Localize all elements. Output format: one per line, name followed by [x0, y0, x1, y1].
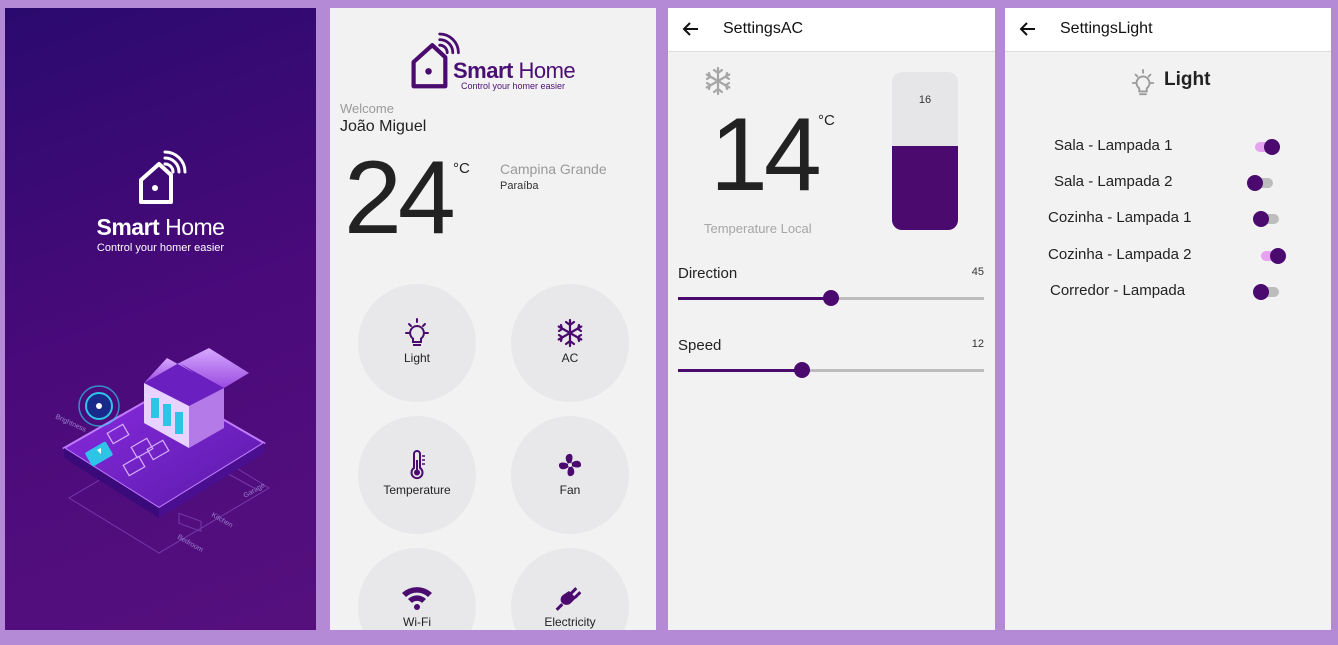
tile-label: Wi-Fi: [403, 615, 431, 629]
lamp-toggle[interactable]: [1261, 248, 1286, 264]
tile-temperature[interactable]: Temperature: [358, 416, 476, 534]
tile-label: Temperature: [383, 483, 451, 497]
tile-label: Fan: [559, 483, 581, 497]
lamp-label: Sala - Lampada 2: [1054, 173, 1173, 190]
tile-fan[interactable]: Fan: [511, 416, 629, 534]
tile-label: Light: [403, 351, 431, 365]
welcome-label: Welcome: [340, 101, 394, 116]
tile-ac[interactable]: AC: [511, 284, 629, 402]
temperature-local-label: Temperature Local: [704, 221, 812, 236]
brand-light: Home: [165, 214, 225, 240]
lamp-toggle[interactable]: [1253, 211, 1279, 227]
slider-thumb[interactable]: [793, 362, 810, 378]
setpoint-fill: [892, 146, 958, 230]
temperature-unit: °C: [453, 160, 470, 177]
lightbulb-icon: [1131, 69, 1155, 96]
city-name: Campina Grande: [500, 161, 607, 177]
lamp-label: Sala - Lampada 1: [1054, 137, 1173, 154]
lamp-toggle[interactable]: [1247, 175, 1273, 191]
light-heading: Light: [1164, 69, 1211, 90]
plug-icon: [555, 587, 582, 611]
smart-home-illustration: Brightness Garage Kitchen Bedroom: [54, 348, 270, 554]
lamp-label: Corredor - Lampada: [1050, 282, 1186, 299]
slider-thumb[interactable]: [823, 290, 839, 306]
page-title: SettingsLight: [1060, 20, 1153, 37]
fan-icon: [558, 453, 582, 477]
snowflake-icon: [705, 66, 731, 96]
brand-light: Home: [518, 58, 576, 83]
direction-slider[interactable]: [678, 290, 984, 306]
user-name: João Miguel: [340, 118, 427, 135]
slider-fill: [678, 297, 831, 300]
home-tagline: Control your homer easier: [461, 81, 566, 91]
thermometer-icon: [410, 450, 425, 480]
splash-screen: Smart Home Control your homer easier Bri…: [5, 8, 316, 630]
tile-label: Electricity: [544, 615, 596, 629]
splash-logo: Smart Home Control your homer easier: [5, 150, 316, 254]
home-screen: Smart Home Control your homer easier Wel…: [330, 8, 656, 630]
lamp-label: Cozinha - Lampada 1: [1048, 209, 1192, 226]
tile-light[interactable]: Light: [358, 284, 476, 402]
direction-value: 45: [971, 266, 984, 278]
speed-label: Speed: [678, 337, 722, 354]
speed-slider[interactable]: [678, 362, 984, 378]
ac-temperature: 14: [710, 97, 822, 213]
app-bar: SettingsLight: [1005, 8, 1331, 52]
brand-bold: Smart: [453, 58, 513, 83]
setpoint-slider[interactable]: 16: [892, 72, 958, 230]
lamp-toggle[interactable]: [1253, 284, 1279, 300]
smart-home-logo-icon: [138, 150, 186, 204]
back-arrow-icon[interactable]: [680, 18, 702, 40]
setpoint-value: 16: [918, 94, 932, 106]
brand-bold: Smart: [96, 214, 160, 240]
lightbulb-icon: [405, 318, 429, 346]
snowflake-icon: [557, 318, 583, 348]
direction-label: Direction: [678, 265, 738, 282]
page-title: SettingsAC: [723, 20, 804, 37]
speed-value: 12: [971, 338, 984, 350]
settings-ac-screen: SettingsAC 14 °C Temperature Local 16 Di…: [668, 8, 995, 630]
lamp-toggle[interactable]: [1255, 139, 1280, 155]
splash-tagline: Control your homer easier: [96, 242, 225, 254]
tile-electricity[interactable]: Electricity: [511, 548, 629, 630]
back-arrow-icon[interactable]: [1017, 18, 1039, 40]
tile-wifi[interactable]: Wi-Fi: [358, 548, 476, 630]
illustration-label-bedroom: Bedroom: [176, 534, 204, 554]
lamp-label: Cozinha - Lampada 2: [1048, 246, 1192, 263]
slider-fill: [678, 369, 802, 372]
tile-label: AC: [561, 351, 579, 365]
state-name: Paraíba: [500, 180, 539, 192]
app-bar: SettingsAC: [668, 8, 995, 52]
wifi-icon: [402, 587, 432, 610]
temperature-unit: °C: [818, 112, 835, 129]
current-temperature: 24: [344, 140, 456, 256]
settings-light-screen: SettingsLight Light Sala - Lampada 1 Sal…: [1005, 8, 1331, 630]
splash-brand: Smart Home: [5, 214, 316, 241]
